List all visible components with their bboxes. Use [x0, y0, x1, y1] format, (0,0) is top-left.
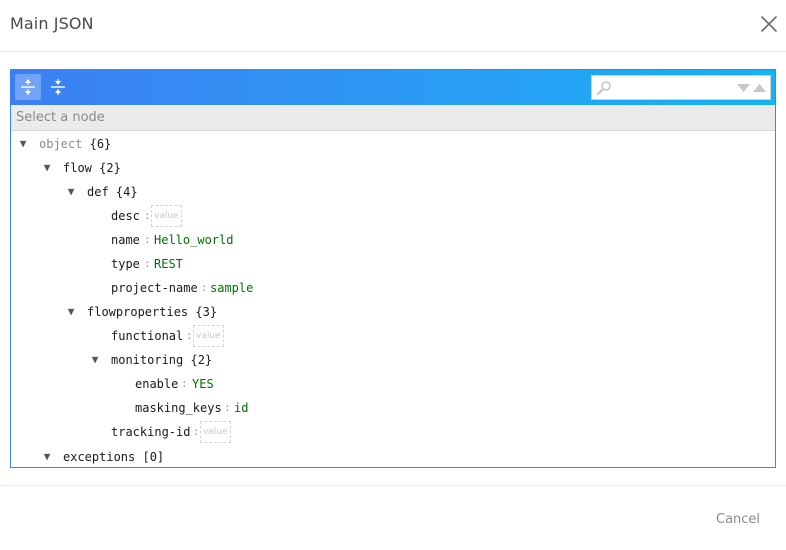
- close-button[interactable]: [758, 13, 780, 35]
- node-field: object {6}: [39, 132, 111, 156]
- tree-node-flow[interactable]: ▼ flow {2}: [11, 156, 771, 180]
- tree-node-functional[interactable]: functional : value: [11, 324, 771, 348]
- close-icon: [761, 16, 777, 32]
- collapse-all-button[interactable]: [45, 74, 71, 100]
- modal-header: Main JSON: [0, 0, 786, 52]
- expand-toggle-icon[interactable]: ▼: [40, 445, 54, 467]
- search-box: [591, 75, 771, 100]
- modal-title: Main JSON: [10, 14, 94, 33]
- node-count: {6}: [89, 137, 112, 151]
- node-value-empty[interactable]: value: [193, 325, 224, 347]
- node-count: {4}: [115, 185, 138, 199]
- node-value[interactable]: Hello_world: [154, 228, 233, 252]
- node-value-empty[interactable]: value: [200, 421, 231, 443]
- expand-toggle-icon[interactable]: ▼: [16, 132, 30, 156]
- node-key: object: [39, 137, 83, 151]
- node-key: flowproperties: [87, 305, 189, 319]
- node-key[interactable]: masking_keys: [135, 396, 222, 420]
- editor-menu-bar: [11, 70, 775, 105]
- tree-node-type[interactable]: type : REST: [11, 252, 771, 276]
- key-value-separator: :: [144, 257, 151, 270]
- navigation-bar: Select a node: [11, 105, 775, 131]
- node-value[interactable]: sample: [210, 276, 253, 300]
- node-key: def: [87, 185, 109, 199]
- node-key: monitoring: [111, 353, 184, 367]
- node-count: {2}: [99, 161, 121, 175]
- key-value-separator: :: [201, 281, 208, 294]
- expand-all-icon: [21, 79, 35, 95]
- key-value-separator: :: [181, 377, 188, 390]
- node-key[interactable]: enable: [135, 372, 178, 396]
- navigation-bar-text: Select a node: [16, 110, 105, 125]
- key-value-separator: :: [144, 233, 151, 246]
- tree-node-exceptions[interactable]: ▼ exceptions [0]: [11, 445, 771, 467]
- key-value-separator: :: [193, 425, 200, 438]
- expand-toggle-icon[interactable]: ▼: [40, 156, 54, 180]
- search-icon: [597, 81, 611, 95]
- tree-node-desc[interactable]: desc : value: [11, 204, 771, 228]
- node-value[interactable]: YES: [192, 372, 214, 396]
- search-next-icon[interactable]: [737, 83, 750, 93]
- search-previous-icon[interactable]: [753, 83, 766, 93]
- json-editor: Select a node ▼ object {6} ▼ flow {2} ▼ …: [10, 69, 776, 468]
- key-value-separator: :: [186, 329, 193, 342]
- tree-node-def[interactable]: ▼ def {4}: [11, 180, 771, 204]
- expand-all-button[interactable]: [15, 74, 41, 100]
- node-value-empty[interactable]: value: [151, 205, 182, 227]
- search-input[interactable]: [616, 78, 734, 97]
- key-value-separator: :: [144, 209, 151, 222]
- tree-node-monitoring[interactable]: ▼ monitoring {2}: [11, 348, 771, 372]
- tree-node-enable[interactable]: enable : YES: [11, 372, 771, 396]
- key-value-separator: :: [224, 401, 231, 414]
- node-key: exceptions: [63, 450, 136, 464]
- node-key[interactable]: tracking-id: [111, 420, 190, 444]
- node-count: {2}: [190, 353, 213, 367]
- node-field: monitoring {2}: [111, 348, 212, 372]
- node-field: def {4}: [87, 180, 138, 204]
- tree-node-masking-keys[interactable]: masking_keys : id: [11, 396, 771, 420]
- node-count: {3}: [195, 305, 218, 319]
- expand-toggle-icon[interactable]: ▼: [88, 348, 102, 372]
- node-key[interactable]: project-name: [111, 276, 198, 300]
- node-key: flow: [63, 161, 92, 175]
- tree-node-root[interactable]: ▼ object {6}: [11, 132, 771, 156]
- node-field: flow {2}: [63, 156, 121, 180]
- tree-node-flowproperties[interactable]: ▼ flowproperties {3}: [11, 300, 771, 324]
- modal-footer: Cancel: [0, 485, 786, 550]
- node-key[interactable]: functional: [111, 324, 183, 348]
- node-key[interactable]: desc: [111, 204, 140, 228]
- node-value[interactable]: id: [234, 396, 248, 420]
- node-key[interactable]: type: [111, 252, 140, 276]
- expand-toggle-icon[interactable]: ▼: [64, 180, 78, 204]
- cancel-button[interactable]: Cancel: [716, 512, 760, 527]
- node-field: flowproperties {3}: [87, 300, 217, 324]
- tree-node-name[interactable]: name : Hello_world: [11, 228, 771, 252]
- json-tree: ▼ object {6} ▼ flow {2} ▼ def {4} desc :…: [11, 132, 775, 467]
- node-count: [0]: [142, 450, 165, 464]
- node-value[interactable]: REST: [154, 252, 183, 276]
- node-key[interactable]: name: [111, 228, 140, 252]
- tree-node-tracking-id[interactable]: tracking-id : value: [11, 420, 771, 444]
- expand-toggle-icon[interactable]: ▼: [64, 300, 78, 324]
- collapse-all-icon: [51, 79, 65, 95]
- tree-node-project-name[interactable]: project-name : sample: [11, 276, 771, 300]
- node-field: exceptions [0]: [63, 445, 164, 467]
